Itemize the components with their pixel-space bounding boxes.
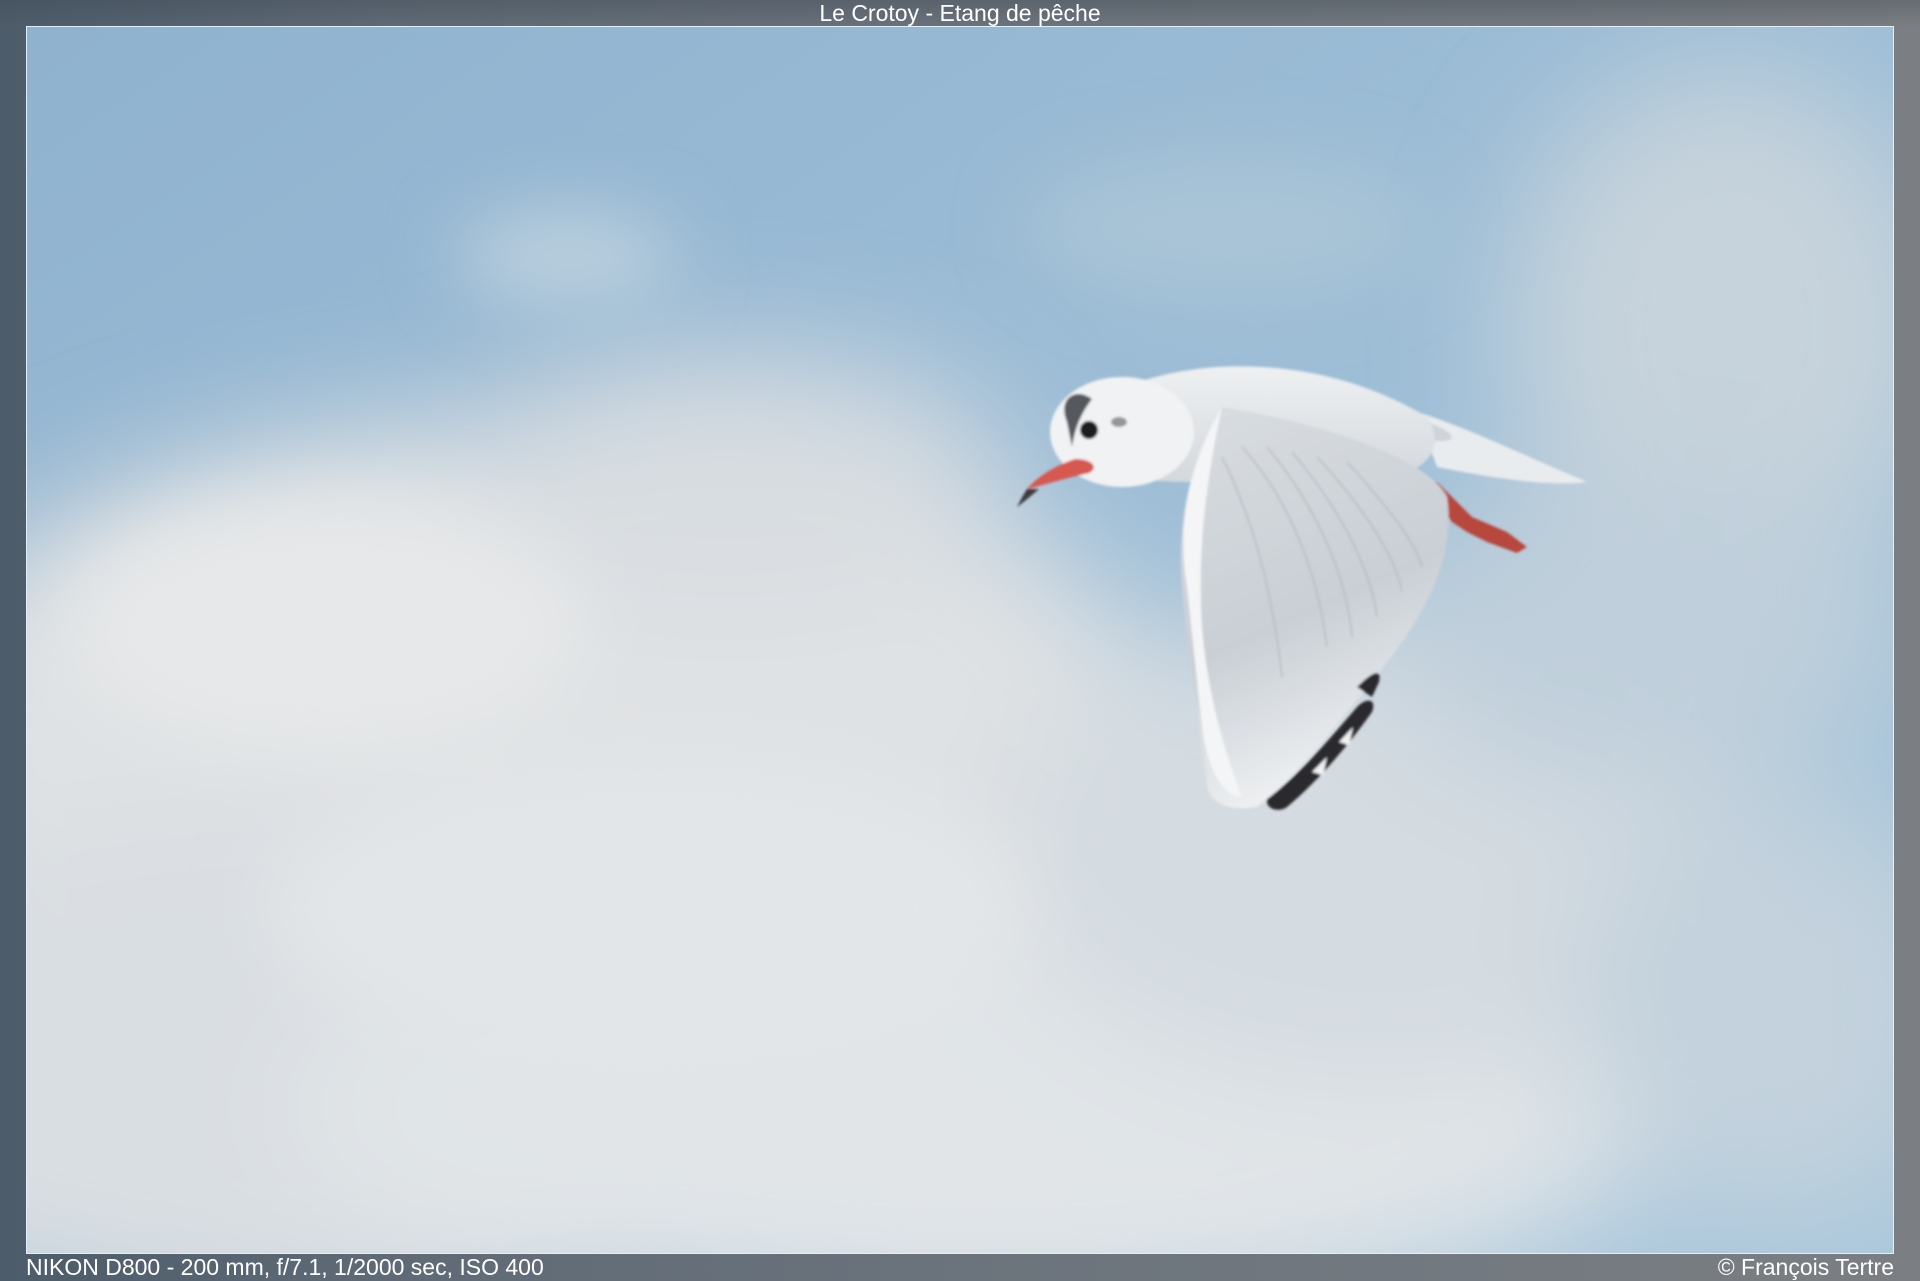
exif-info: NIKON D800 - 200 mm, f/7.1, 1/2000 sec, … [26, 1254, 544, 1280]
photo-title: Le Crotoy - Etang de pêche [819, 0, 1101, 26]
photograph [26, 26, 1894, 1254]
copyright-credit: © François Tertre [1717, 1254, 1894, 1280]
gull-eye [1080, 421, 1098, 439]
photo-image [27, 27, 1893, 1253]
